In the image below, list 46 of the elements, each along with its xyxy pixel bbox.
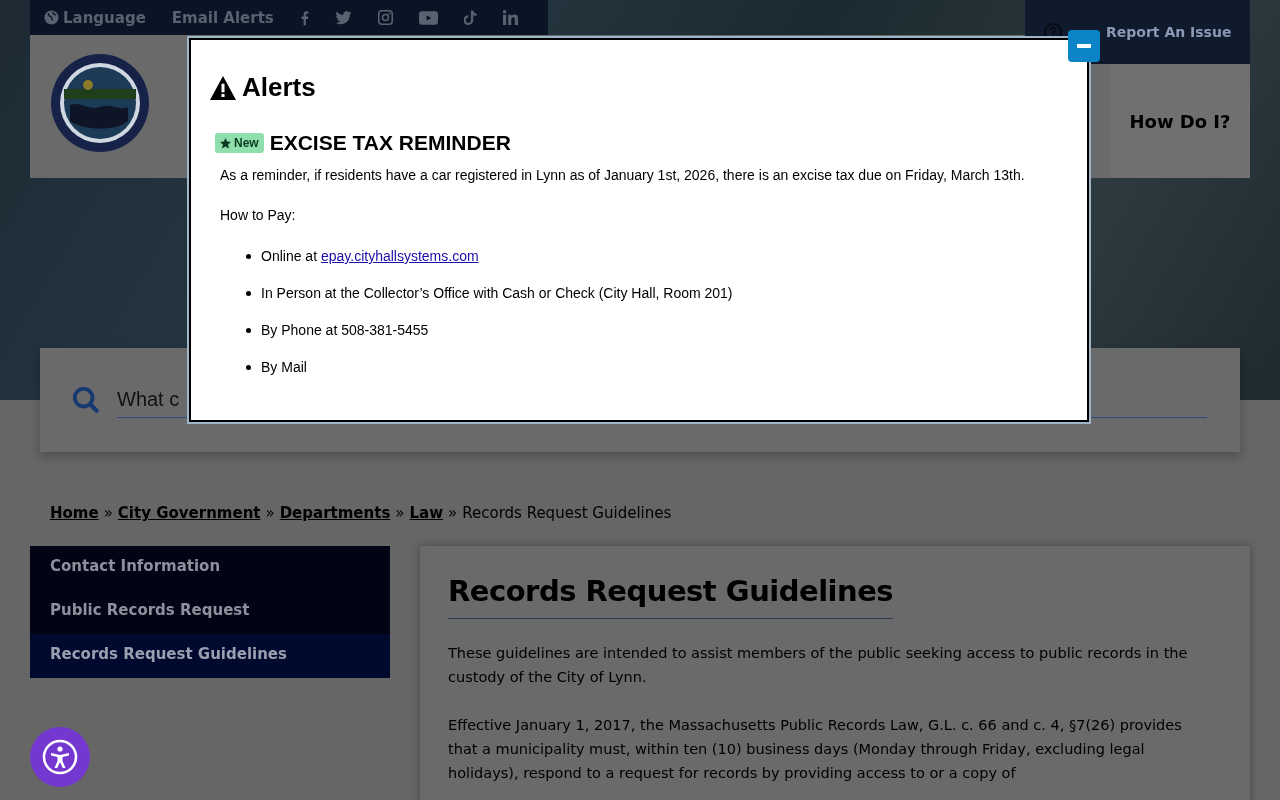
payment-method: Online at epay.cityhallsystems.com — [261, 248, 479, 264]
sidebar-item[interactable]: Contact Information — [30, 546, 390, 590]
star-icon — [220, 137, 231, 149]
body-paragraph: Effective January 1, 2017, the Massachusetts Public Records Law, G.L. c. 66 and c. 4, §7(26) provides that a municipality must, within ten (10) business days (Monday through Friday, excluding legal holidays), respond to a request for records by providing access to or a copy of — [448, 716, 1183, 783]
breadcrumb-separator: » — [395, 504, 405, 522]
bullet-icon — [246, 253, 251, 259]
breadcrumb-separator: » — [265, 504, 275, 522]
warning-icon — [210, 75, 236, 100]
minus-icon — [1077, 44, 1091, 48]
breadcrumb-current: Records Request Guidelines — [462, 504, 672, 522]
breadcrumb-link[interactable]: City Government — [117, 504, 261, 522]
payment-link[interactable]: epay.cityhallsystems.com — [320, 248, 479, 264]
alert-heading: EXCISE TAX REMINDER — [269, 131, 511, 155]
breadcrumb-link[interactable]: Home — [50, 504, 99, 522]
instagram-icon — [377, 10, 393, 25]
how-to-pay-label: How to Pay: — [220, 207, 297, 223]
email-alerts-link[interactable]: Email Alerts — [171, 8, 274, 27]
bullet-icon — [246, 327, 251, 333]
sidebar-item[interactable]: Records Request Guidelines — [30, 634, 390, 678]
twitter-icon — [334, 10, 352, 25]
dialog-title: Alerts — [242, 72, 316, 103]
accessibility-button[interactable] — [30, 727, 90, 787]
payment-method: By Phone at 508-381-5455 — [261, 322, 429, 338]
tiktok-icon — [463, 9, 477, 26]
breadcrumb-link[interactable]: Law — [409, 504, 444, 522]
facebook-icon — [299, 9, 309, 26]
payment-method: In Person at the Collector’s Office with Cash or Check (City Hall, Room 201) — [261, 285, 733, 301]
alert-text: As a reminder, if residents have a car registered in Lynn as of January 1st, 2026, there is an excise tax due on Friday, March 13th. — [220, 167, 1026, 183]
new-badge: New — [215, 133, 264, 153]
how-do-i-link[interactable]: How Do I? — [1110, 64, 1250, 178]
linkedin-icon — [502, 10, 518, 25]
page-title: Records Request Guidelines — [448, 574, 894, 619]
minimize-button[interactable] — [1068, 30, 1100, 62]
youtube-icon — [418, 10, 438, 25]
sidebar-item[interactable]: Public Records Request — [30, 590, 390, 634]
breadcrumb-separator: » — [103, 504, 113, 522]
breadcrumb-separator: » — [448, 504, 458, 522]
globe-icon — [44, 10, 59, 25]
accessibility-icon — [42, 739, 78, 775]
payment-method: By Mail — [261, 359, 307, 375]
language-link[interactable]: Language — [44, 8, 146, 27]
search-icon — [73, 387, 99, 413]
body-paragraph: These guidelines are intended to assist members of the public seeking access to public records in the custody of the City of Lynn. — [448, 644, 1189, 687]
bullet-icon — [246, 364, 251, 370]
breadcrumb-link[interactable]: Departments — [279, 504, 391, 522]
bullet-icon — [246, 290, 251, 296]
